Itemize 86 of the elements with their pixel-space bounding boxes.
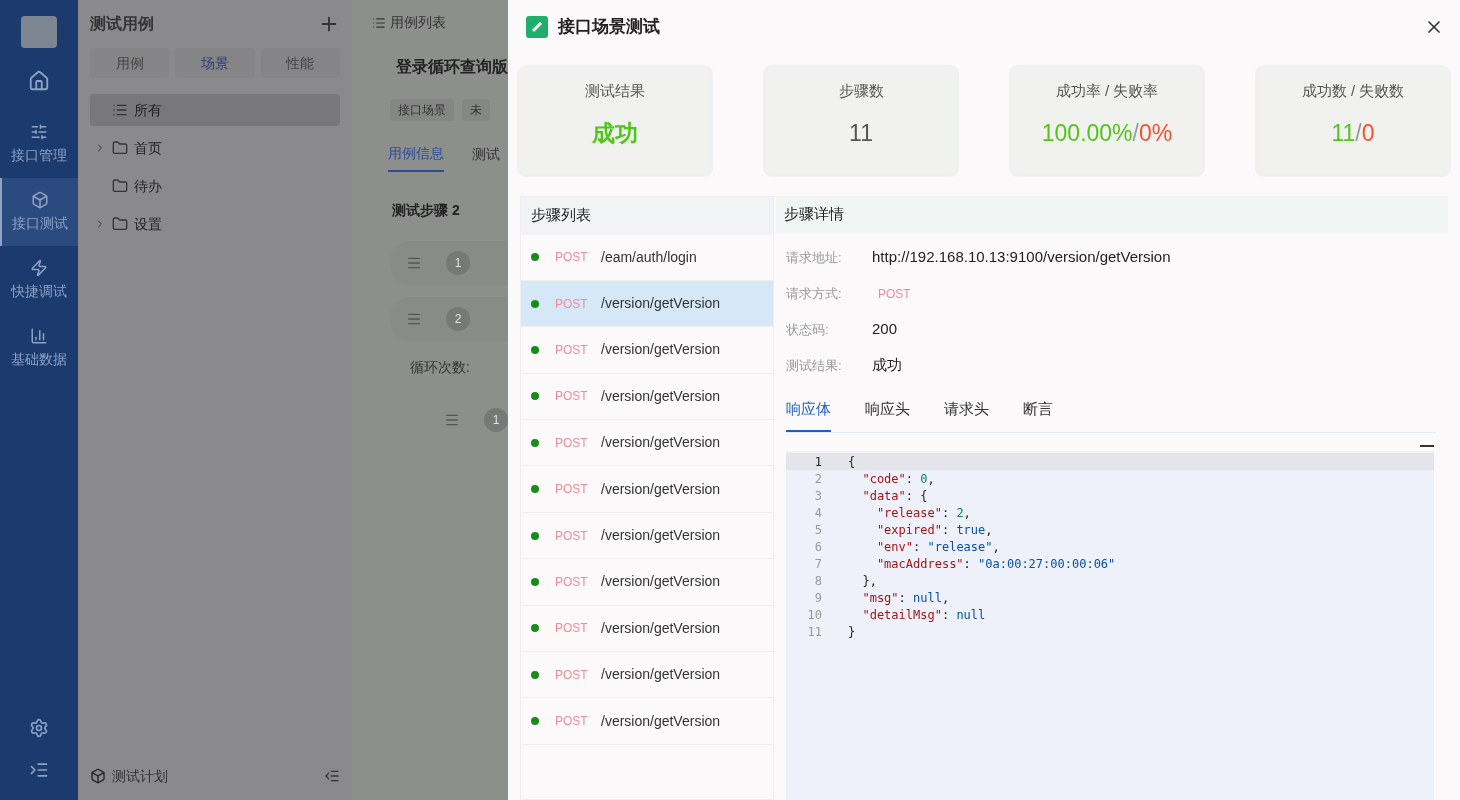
line-number: 3 [813, 487, 822, 505]
code-line: }, [861, 572, 877, 590]
tree-item[interactable]: 所有 [90, 94, 340, 126]
loop-count-label: 循环次数: [410, 358, 471, 377]
cube-icon [31, 190, 49, 209]
line-number: 6 [813, 538, 822, 556]
collapse-menu-icon[interactable] [324, 768, 340, 784]
folder-icon [112, 216, 128, 232]
line-number: 10 [806, 606, 822, 624]
code-line: "env": "release", [875, 538, 1000, 556]
code-line: "data": { [861, 487, 928, 505]
step-number: 1 [484, 408, 508, 432]
app-logo [21, 16, 57, 48]
drag-handle-icon[interactable] [444, 412, 460, 428]
sliders-icon [30, 122, 48, 141]
settings-icon[interactable] [29, 718, 49, 738]
step-row[interactable]: POST /version/getVersion [521, 280, 773, 328]
drag-handle-icon[interactable] [406, 255, 422, 271]
case-tag: 未 [462, 99, 490, 121]
stat-value: 成功 [592, 119, 638, 148]
folder-icon [112, 140, 128, 156]
chart-icon [30, 326, 48, 345]
app-icon [526, 15, 548, 38]
line-number: 9 [813, 589, 822, 607]
test-plan-link[interactable]: 测试计划 [112, 765, 168, 787]
code-line: "msg": null, [861, 589, 950, 607]
list-icon [112, 102, 128, 118]
code-line: "macAddress": "0a:00:27:00:00:06" [875, 555, 1116, 573]
case-tab[interactable]: 测试 [472, 143, 500, 172]
line-number: 1 [813, 453, 822, 471]
field-label: 状态码: [786, 320, 830, 339]
case-title: 登录循环查询版 [396, 57, 508, 77]
case-tag: 接口场景 [390, 99, 454, 121]
stat-value: 11 [849, 119, 873, 148]
section-title: 测试步骤 2 [392, 201, 461, 220]
field-label: 请求地址: [786, 248, 843, 267]
code-line: "expired": true, [875, 521, 993, 539]
line-number: 8 [813, 572, 822, 590]
nav-item[interactable]: 基础数据 [0, 314, 78, 382]
stat-card: 步骤数 11 [766, 67, 956, 174]
drawer-title: 接口场景测试 [558, 16, 660, 38]
field-value: 成功 [872, 355, 902, 376]
panel-title: 测试用例 [90, 14, 154, 34]
stat-value: 11 [1331, 119, 1356, 148]
nav-item[interactable]: 快捷调试 [0, 246, 78, 314]
cube-icon [90, 768, 106, 784]
stat-value: / [1355, 119, 1362, 148]
step-number: 2 [446, 307, 470, 331]
code-line: { [848, 453, 856, 471]
code-line: "release": 2, [875, 504, 971, 522]
drag-handle-icon[interactable] [406, 311, 422, 327]
nav-item[interactable]: 接口管理 [0, 110, 78, 178]
list-icon [372, 15, 386, 30]
code-line: } [848, 623, 856, 641]
field-label: 测试结果: [786, 356, 843, 375]
line-number: 5 [813, 521, 822, 539]
response-tab[interactable]: 请求头 [944, 397, 989, 432]
field-value: POST [878, 285, 911, 303]
line-number: 11 [806, 623, 822, 641]
panel-header: 用例列表 [390, 13, 446, 32]
lightning-icon [30, 258, 48, 277]
line-number: 2 [813, 470, 822, 488]
line-number: 7 [813, 555, 822, 573]
stat-card: 测试结果 成功 [520, 67, 710, 174]
field-value: 200 [872, 319, 898, 340]
stat-card: 成功率 / 失败率 100.00%/0% [1012, 67, 1202, 174]
stat-value: / [1132, 119, 1139, 148]
nav-item[interactable]: 接口测试 [0, 178, 78, 246]
panel-title: 步骤详情 [784, 204, 844, 225]
home-icon[interactable] [28, 70, 50, 92]
stat-card: 成功数 / 失败数 11/0 [1258, 67, 1448, 174]
step-number: 1 [446, 251, 470, 275]
expand-menu-icon[interactable] [29, 760, 49, 780]
stat-value: 0% [1138, 119, 1173, 148]
folder-icon [112, 178, 128, 194]
code-line: "code": 0, [861, 470, 935, 488]
stat-value: 100.00% [1041, 119, 1133, 148]
field-value: http://192.168.10.13:9100/version/getVersion [872, 247, 1171, 268]
line-number: 4 [813, 504, 822, 522]
response-tab[interactable]: 响应头 [865, 397, 910, 432]
field-label: 请求方式: [786, 284, 843, 303]
code-line: "detailMsg": null [861, 606, 986, 624]
response-tab[interactable]: 断言 [1023, 397, 1053, 432]
panel-title: 步骤列表 [531, 205, 591, 226]
response-tab[interactable]: 响应体 [786, 397, 831, 432]
stat-value: 0 [1361, 119, 1375, 148]
